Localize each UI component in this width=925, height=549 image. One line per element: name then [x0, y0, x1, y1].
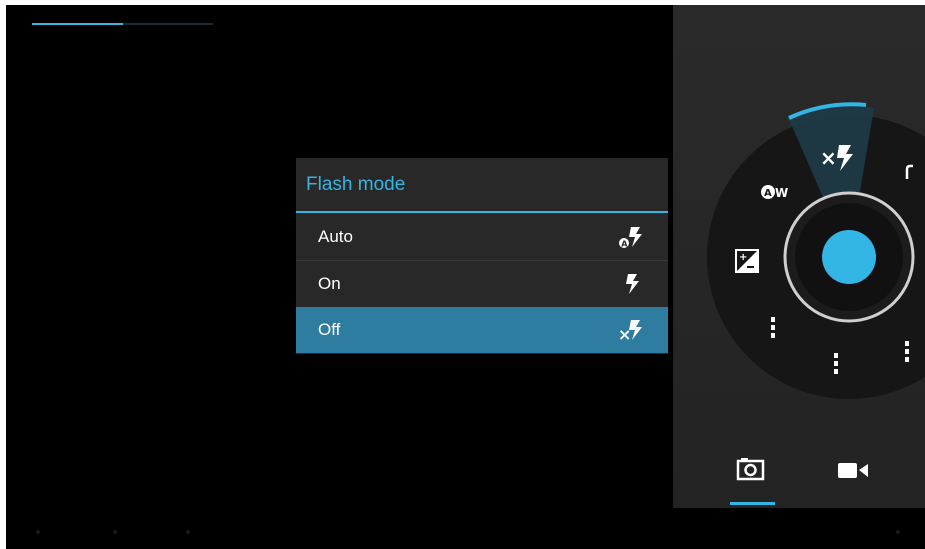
svg-text:W: W: [775, 186, 788, 200]
flash-on-icon: [626, 274, 639, 294]
option-label: On: [318, 274, 341, 293]
exposure-icon[interactable]: +: [735, 249, 759, 273]
option-on[interactable]: On: [296, 261, 668, 307]
more-settings-icon[interactable]: [905, 341, 909, 362]
progress-fill: [32, 23, 123, 25]
option-label: Off: [318, 320, 341, 339]
option-auto[interactable]: Auto A: [296, 214, 668, 260]
progress-bar: [32, 23, 213, 25]
svg-text:A: A: [764, 188, 772, 199]
mode-selected-indicator: [730, 502, 775, 505]
more-settings-icon[interactable]: [771, 317, 775, 338]
camera-screen: × A W + Flash mode Auto A On Off ×: [6, 5, 925, 549]
nav-dot: [896, 530, 900, 534]
more-settings-icon[interactable]: [834, 353, 838, 374]
camera-icon[interactable]: [736, 457, 766, 481]
flash-mode-dialog: Flash mode Auto A On Off ×: [296, 158, 668, 354]
nav-dot: [186, 530, 190, 534]
svg-text:+: +: [739, 252, 747, 263]
shutter-button[interactable]: [822, 230, 876, 284]
dialog-title-divider: [296, 211, 668, 213]
nav-dot: [36, 530, 40, 534]
option-label: Auto: [318, 227, 353, 246]
video-camera-icon[interactable]: [838, 461, 870, 481]
white-balance-auto-icon[interactable]: A W: [761, 185, 788, 200]
pie-menu: × A W +: [707, 102, 925, 399]
svg-text:×: ×: [820, 146, 837, 170]
option-off[interactable]: Off ×: [296, 307, 668, 353]
flash-auto-icon: A: [619, 227, 642, 248]
nav-dot: [113, 530, 117, 534]
svg-text:A: A: [621, 239, 628, 248]
dialog-title: Flash mode: [306, 174, 406, 195]
svg-text:×: ×: [618, 325, 631, 342]
flash-off-icon: ×: [618, 320, 642, 342]
